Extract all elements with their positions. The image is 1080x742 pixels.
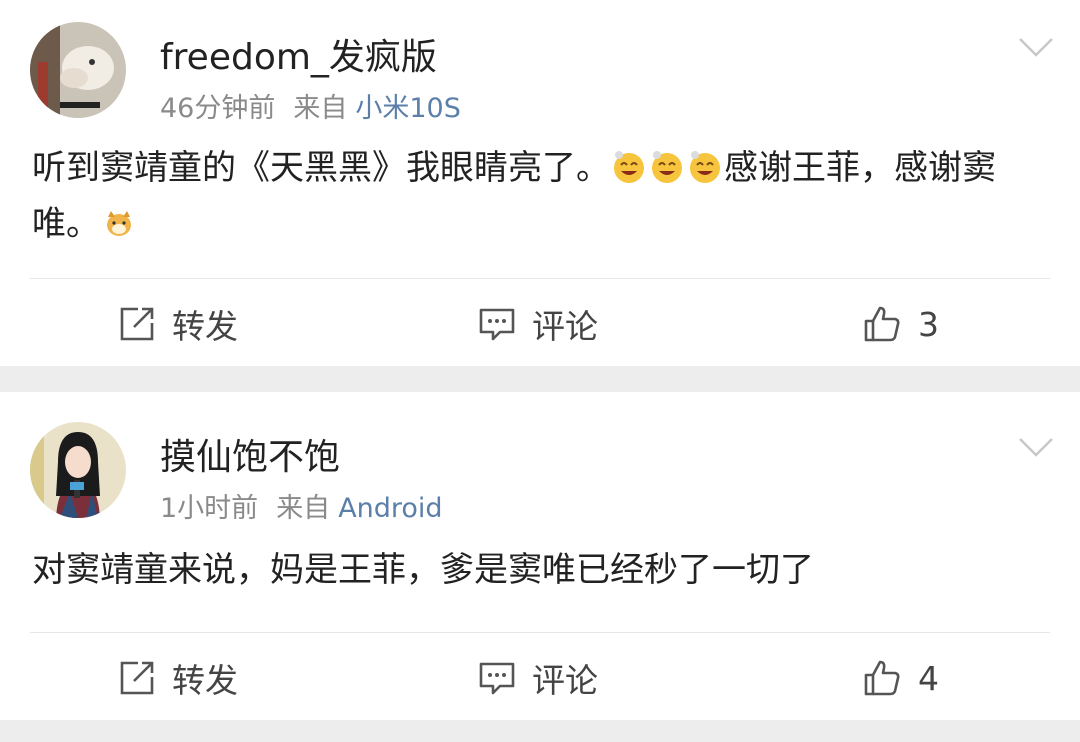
post-time: 1小时前	[160, 493, 259, 524]
avatar[interactable]	[30, 22, 126, 118]
card-separator	[0, 366, 1080, 392]
thumbs-up-icon	[864, 306, 900, 342]
smiling-face-emoji	[652, 151, 682, 183]
post-time: 46分钟前	[160, 93, 276, 124]
comment-button[interactable]: 评论	[478, 634, 598, 722]
username[interactable]: freedom_发疯版	[160, 28, 437, 80]
comment-text: 听到窦靖童的《天黑黑》我眼睛亮了。 感谢王菲，感谢窦唯。	[32, 140, 1040, 252]
chevron-down-icon[interactable]	[1018, 36, 1054, 58]
comment-card: freedom_发疯版 46分钟前 来自 小米10S 听到窦靖童的《天黑黑》我眼睛亮…	[0, 0, 1080, 366]
dog-emoji	[107, 211, 131, 236]
smiling-face-emoji	[690, 151, 720, 183]
post-meta: 46分钟前 来自 小米10S	[160, 86, 461, 125]
thumbs-up-icon	[864, 660, 900, 696]
smiling-face-emoji	[614, 151, 644, 183]
comment-icon	[479, 308, 515, 341]
repost-button[interactable]: 转发	[118, 280, 238, 368]
avatar[interactable]	[30, 422, 126, 518]
divider	[30, 632, 1050, 633]
like-button[interactable]: 3	[862, 280, 939, 368]
like-button[interactable]: 4	[862, 634, 939, 722]
comment-label: 评论	[532, 661, 598, 700]
card-separator	[0, 720, 1080, 742]
device-link[interactable]: 小米10S	[355, 93, 461, 124]
repost-button[interactable]: 转发	[118, 634, 238, 722]
comment-icon	[479, 662, 515, 695]
repost-icon	[120, 307, 154, 341]
comment-text: 对窦靖童来说，妈是王菲，爹是窦唯已经秒了一切了	[32, 550, 814, 590]
device-link[interactable]: Android	[338, 493, 442, 524]
post-meta: 1小时前 来自 Android	[160, 486, 443, 525]
source-prefix: 来自	[293, 93, 348, 124]
source-prefix: 来自	[276, 493, 331, 524]
chevron-down-icon[interactable]	[1018, 436, 1054, 458]
action-bar: 转发 评论 3	[0, 280, 1080, 368]
comment-button[interactable]: 评论	[478, 280, 598, 368]
username[interactable]: 摸仙饱不饱	[160, 428, 340, 480]
divider	[30, 278, 1050, 279]
like-count: 3	[918, 304, 939, 344]
like-count: 4	[918, 658, 939, 698]
repost-label: 转发	[172, 307, 238, 346]
comment-text-part: 听到窦靖童的《天黑黑》我眼睛亮了。	[32, 148, 610, 188]
action-bar: 转发 评论 4	[0, 634, 1080, 722]
repost-label: 转发	[172, 661, 238, 700]
repost-icon	[120, 661, 154, 695]
comment-label: 评论	[532, 307, 598, 346]
comment-card: 摸仙饱不饱 1小时前 来自 Android 对窦靖童来说，妈是王菲，爹是窦唯已经秒了…	[0, 392, 1080, 720]
